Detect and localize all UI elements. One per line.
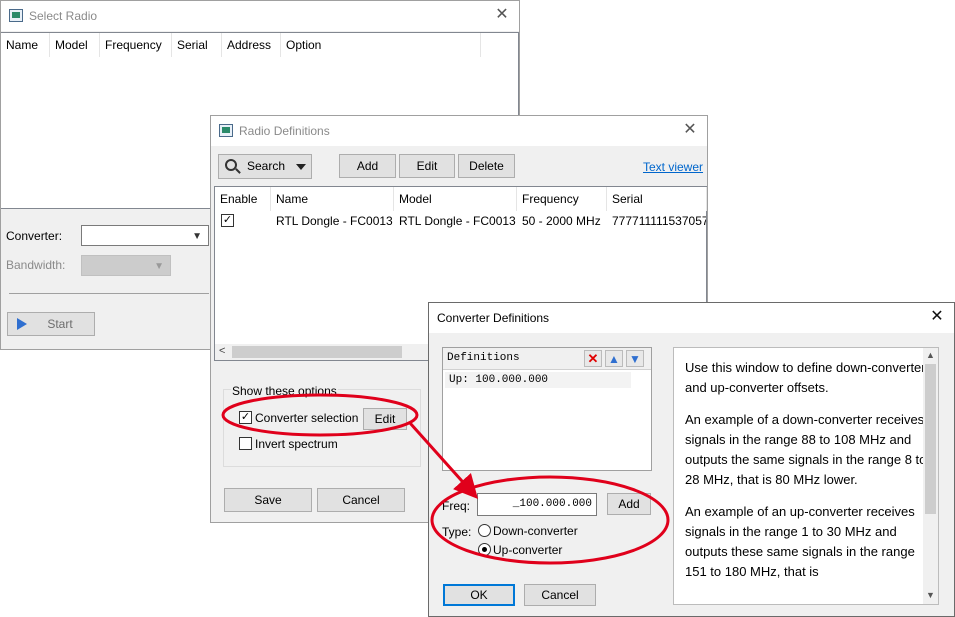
up-converter-label[interactable]: Up-converter bbox=[493, 543, 562, 557]
freq-value: _100.000.000 bbox=[512, 498, 592, 510]
chevron-down-icon bbox=[296, 164, 306, 170]
delete-icon[interactable]: ✕ bbox=[584, 350, 602, 367]
converter-defs-titlebar: Converter Definitions ✕ bbox=[429, 303, 954, 333]
row-serial: 777711111537057 bbox=[612, 214, 706, 228]
search-button[interactable]: Search bbox=[218, 154, 312, 179]
down-converter-label[interactable]: Down-converter bbox=[493, 524, 578, 538]
help-scrollbar[interactable]: ▲ ▼ bbox=[923, 348, 938, 604]
radio-defs-title: Radio Definitions bbox=[239, 124, 330, 138]
app-icon bbox=[219, 124, 233, 137]
freq-input[interactable]: _100.000.000 bbox=[477, 493, 597, 516]
add-button[interactable]: Add bbox=[339, 154, 396, 178]
row-name: RTL Dongle - FC0013 bbox=[276, 214, 393, 228]
help-paragraph: Use this window to define down-converter… bbox=[685, 360, 926, 395]
radio-defs-close-icon[interactable]: ✕ bbox=[681, 121, 699, 139]
chevron-down-icon: ▼ bbox=[192, 231, 202, 242]
bandwidth-label: Bandwidth: bbox=[6, 258, 66, 272]
cancel-button[interactable]: Cancel bbox=[524, 584, 596, 606]
converter-select[interactable]: ▼ bbox=[81, 225, 209, 246]
select-radio-title: Select Radio bbox=[29, 9, 98, 23]
type-label: Type: bbox=[442, 525, 472, 539]
chevron-down-icon: ▼ bbox=[154, 261, 164, 272]
search-icon-handle bbox=[235, 168, 241, 174]
scrollbar-thumb[interactable] bbox=[925, 364, 936, 514]
save-button[interactable]: Save bbox=[224, 488, 312, 512]
scroll-down-icon[interactable]: ▼ bbox=[926, 590, 935, 600]
row-model: RTL Dongle - FC0013 bbox=[399, 214, 516, 228]
converter-defs-title: Converter Definitions bbox=[437, 311, 550, 325]
converter-edit-button[interactable]: Edit bbox=[363, 408, 407, 430]
col-frequency[interactable]: Frequency bbox=[517, 187, 607, 211]
converter-defs-close-icon[interactable]: ✕ bbox=[928, 308, 946, 326]
up-converter-radio[interactable] bbox=[478, 543, 491, 556]
invert-spectrum-label[interactable]: Invert spectrum bbox=[255, 437, 338, 451]
col-option[interactable]: Option bbox=[281, 33, 481, 57]
col-enable[interactable]: Enable bbox=[215, 187, 271, 211]
col-model[interactable]: Model bbox=[50, 33, 100, 57]
options-group-label: Show these options bbox=[231, 384, 338, 398]
radio-defs-titlebar: Radio Definitions ✕ bbox=[211, 116, 707, 146]
col-name[interactable]: Name bbox=[271, 187, 394, 211]
select-radio-close-icon[interactable]: ✕ bbox=[493, 6, 511, 24]
list-item[interactable]: Up: 100.000.000 bbox=[445, 372, 631, 388]
freq-label: Freq: bbox=[442, 499, 471, 513]
divider bbox=[9, 293, 209, 294]
start-label: Start bbox=[47, 317, 73, 331]
app-icon bbox=[9, 9, 23, 22]
converter-definitions-window: Converter Definitions ✕ Definitions ✕ ▲ … bbox=[428, 302, 955, 617]
edit-button[interactable]: Edit bbox=[399, 154, 455, 178]
down-converter-radio[interactable] bbox=[478, 524, 491, 537]
select-radio-titlebar: Select Radio ✕ bbox=[1, 1, 519, 31]
col-serial[interactable]: Serial bbox=[607, 187, 707, 211]
help-text-panel: Use this window to define down-converter… bbox=[673, 347, 939, 605]
col-name[interactable]: Name bbox=[1, 33, 50, 57]
col-address[interactable]: Address bbox=[222, 33, 281, 57]
bandwidth-select[interactable]: ▼ bbox=[81, 255, 171, 276]
row-enable-checkbox[interactable]: ✓ bbox=[221, 214, 234, 227]
col-serial[interactable]: Serial bbox=[172, 33, 222, 57]
row-frequency: 50 - 2000 MHz bbox=[522, 214, 601, 228]
start-button[interactable]: Start bbox=[7, 312, 95, 336]
definitions-header: Definitions ✕ ▲ ▼ bbox=[443, 348, 651, 370]
freq-add-button[interactable]: Add bbox=[607, 493, 651, 515]
help-paragraph: An example of a down-converter receives … bbox=[685, 412, 927, 487]
ok-button[interactable]: OK bbox=[443, 584, 515, 606]
converter-selection-label[interactable]: Converter selection bbox=[255, 411, 358, 425]
delete-button[interactable]: Delete bbox=[458, 154, 515, 178]
scroll-up-icon[interactable]: ▲ bbox=[926, 350, 935, 360]
converter-label: Converter: bbox=[6, 229, 63, 243]
cancel-button[interactable]: Cancel bbox=[317, 488, 405, 512]
table-row[interactable]: ✓ RTL Dongle - FC0013 RTL Dongle - FC001… bbox=[215, 211, 706, 231]
definition-entry: Up: 100.000.000 bbox=[449, 374, 549, 386]
converter-selection-checkbox[interactable]: ✓ bbox=[239, 411, 252, 424]
search-label: Search bbox=[247, 159, 286, 173]
move-down-icon[interactable]: ▼ bbox=[626, 350, 644, 367]
definitions-label: Definitions bbox=[447, 352, 520, 364]
col-model[interactable]: Model bbox=[394, 187, 517, 211]
scroll-left-icon[interactable]: < bbox=[219, 345, 225, 357]
text-viewer-link[interactable]: Text viewer bbox=[643, 160, 703, 174]
definitions-panel: Definitions ✕ ▲ ▼ Up: 100.000.000 bbox=[442, 347, 652, 471]
scrollbar-thumb[interactable] bbox=[232, 346, 402, 358]
col-frequency[interactable]: Frequency bbox=[100, 33, 172, 57]
move-up-icon[interactable]: ▲ bbox=[605, 350, 623, 367]
help-paragraph: An example of an up-converter receives s… bbox=[685, 504, 915, 579]
play-icon bbox=[17, 318, 27, 330]
invert-spectrum-checkbox[interactable] bbox=[239, 437, 252, 450]
